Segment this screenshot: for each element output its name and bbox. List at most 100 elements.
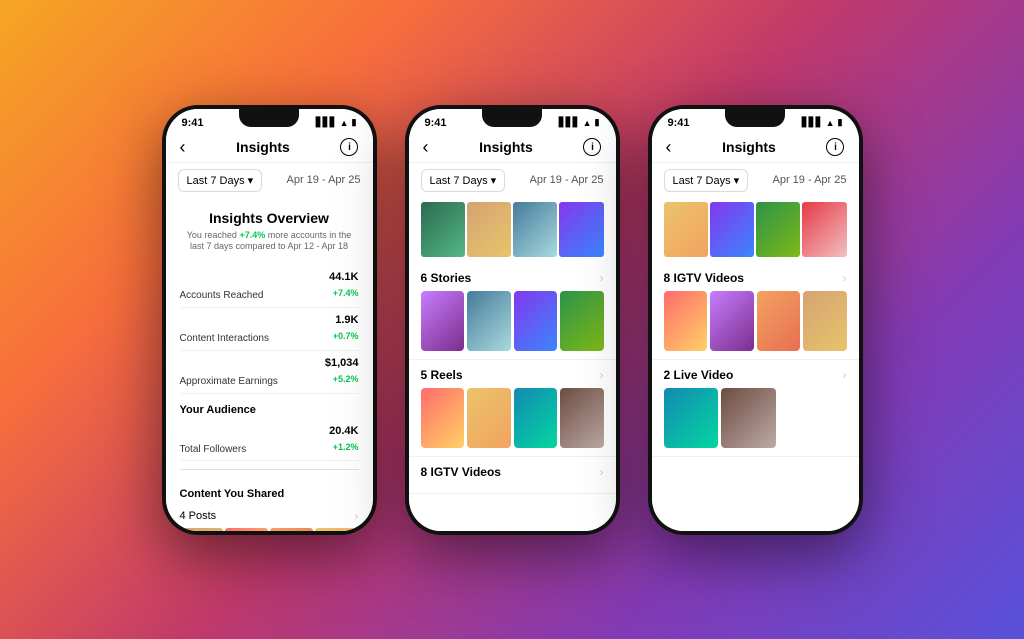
- thumb-3: [270, 528, 313, 531]
- filter-dropdown-3[interactable]: Last 7 Days ▾: [664, 169, 749, 192]
- stories-thumb-1: [421, 291, 465, 351]
- info-button-3[interactable]: i: [826, 138, 844, 156]
- stat-num-interactions: 1.9K: [333, 314, 359, 326]
- igtv-title-3: 8 IGTV Videos: [664, 271, 744, 285]
- thumb-4: [315, 528, 358, 531]
- subtitle-text: You reached: [187, 230, 240, 240]
- time-2: 9:41: [425, 117, 447, 129]
- content-item-posts[interactable]: 4 Posts ›: [180, 504, 359, 528]
- time-1: 9:41: [182, 117, 204, 129]
- wifi-icon-3: ▲: [826, 118, 835, 128]
- highlight-value: +7.4%: [239, 230, 265, 240]
- phone-1: 9:41 ▋▋▋ ▲ ▮ ‹ Insights i Last 7 Days ▾ …: [162, 105, 377, 535]
- igtv-chevron-3: ›: [843, 271, 847, 285]
- page-title-1: Insights: [236, 139, 290, 155]
- filter-dropdown-2[interactable]: Last 7 Days ▾: [421, 169, 506, 192]
- info-button-1[interactable]: i: [340, 138, 358, 156]
- igtv-section-3: 8 IGTV Videos ›: [652, 263, 859, 360]
- top-thumb-3-2: [710, 202, 754, 257]
- stat-value-earnings: $1,034 +5.2%: [325, 357, 359, 387]
- igtv-thumb-3-3: [757, 291, 801, 351]
- phone3-top-strip: [652, 202, 859, 257]
- thumb-1: [180, 528, 223, 531]
- phone-2: 9:41 ▋▋▋ ▲ ▮ ‹ Insights i Last 7 Days ▾ …: [405, 105, 620, 535]
- stat-num-earnings: $1,034: [325, 357, 359, 369]
- stories-section: 6 Stories ›: [409, 263, 616, 360]
- back-button-2[interactable]: ‹: [423, 137, 429, 158]
- date-range-2: Apr 19 - Apr 25: [530, 174, 604, 186]
- info-button-2[interactable]: i: [583, 138, 601, 156]
- phone-3-content: 8 IGTV Videos › 2 Live Vide: [652, 198, 859, 531]
- signal-icon-1: ▋▋▋: [316, 117, 337, 128]
- reels-chevron: ›: [600, 368, 604, 382]
- date-range-1: Apr 19 - Apr 25: [287, 174, 361, 186]
- stat-value-accounts: 44.1K +7.4%: [329, 271, 358, 301]
- live-chevron-3: ›: [843, 368, 847, 382]
- stories-thumb-2: [467, 291, 511, 351]
- igtv-chevron-2: ›: [600, 465, 604, 479]
- stat-label-earnings: Approximate Earnings: [180, 376, 278, 387]
- igtv-header-2[interactable]: 8 IGTV Videos ›: [421, 465, 604, 479]
- filter-bar-1: Last 7 Days ▾ Apr 19 - Apr 25: [166, 163, 373, 198]
- audience-change-followers: +1.2%: [333, 442, 359, 452]
- stories-thumbs: [421, 291, 604, 351]
- stat-label-interactions: Content Interactions: [180, 333, 270, 344]
- status-icons-1: ▋▋▋ ▲ ▮: [316, 117, 357, 128]
- audience-label-followers: Total Followers: [180, 444, 247, 455]
- reels-thumb-4: [560, 388, 604, 448]
- phone3-content-list: 8 IGTV Videos › 2 Live Vide: [652, 263, 859, 457]
- content-section-header: Content You Shared: [180, 478, 359, 504]
- audience-section-header: Your Audience: [180, 394, 359, 420]
- stat-label-accounts: Accounts Reached: [180, 290, 264, 301]
- back-button-3[interactable]: ‹: [666, 137, 672, 158]
- igtv-thumbs-3: [664, 291, 847, 351]
- stories-header[interactable]: 6 Stories ›: [421, 271, 604, 285]
- reels-thumb-3: [514, 388, 558, 448]
- stories-title: 6 Stories: [421, 271, 472, 285]
- audience-row-followers: Total Followers 20.4K +1.2%: [180, 420, 359, 461]
- live-header-3[interactable]: 2 Live Video ›: [664, 368, 847, 382]
- time-3: 9:41: [668, 117, 690, 129]
- filter-dropdown-1[interactable]: Last 7 Days ▾: [178, 169, 263, 192]
- top-thumb-2-2: [467, 202, 511, 257]
- phone-3: 9:41 ▋▋▋ ▲ ▮ ‹ Insights i Last 7 Days ▾ …: [648, 105, 863, 535]
- reels-section: 5 Reels ›: [409, 360, 616, 457]
- audience-num-followers: 20.4K: [329, 425, 358, 437]
- phone2-top-strip: [409, 202, 616, 257]
- live-thumbs-3: [664, 388, 847, 448]
- phone-2-content: 6 Stories › 5 Reels: [409, 198, 616, 531]
- stat-row-accounts: Accounts Reached 44.1K +7.4%: [180, 265, 359, 308]
- posts-chevron-icon: ›: [355, 509, 359, 523]
- top-thumb-3-3: [756, 202, 800, 257]
- content-item-label: 4 Posts: [180, 510, 217, 522]
- stat-change-accounts: +7.4%: [333, 288, 359, 298]
- reels-thumbs: [421, 388, 604, 448]
- stories-chevron: ›: [600, 271, 604, 285]
- reels-header[interactable]: 5 Reels ›: [421, 368, 604, 382]
- reels-title: 5 Reels: [421, 368, 463, 382]
- reels-thumb-2: [467, 388, 511, 448]
- battery-icon-1: ▮: [352, 117, 357, 128]
- filter-bar-3: Last 7 Days ▾ Apr 19 - Apr 25: [652, 163, 859, 198]
- back-button-1[interactable]: ‹: [180, 137, 186, 158]
- stories-thumb-4: [560, 291, 604, 351]
- stat-row-interactions: Content Interactions 1.9K +0.7%: [180, 308, 359, 351]
- status-icons-3: ▋▋▋ ▲ ▮: [802, 117, 843, 128]
- date-range-3: Apr 19 - Apr 25: [773, 174, 847, 186]
- notch-1: [239, 109, 299, 127]
- igtv-thumb-3-2: [710, 291, 754, 351]
- posts-thumbnail-strip: [180, 528, 359, 531]
- igtv-section-2: 8 IGTV Videos ›: [409, 457, 616, 494]
- live-section-3: 2 Live Video ›: [652, 360, 859, 457]
- signal-icon-3: ▋▋▋: [802, 117, 823, 128]
- battery-icon-2: ▮: [595, 117, 600, 128]
- overview-heading: Insights Overview: [180, 210, 359, 226]
- phone2-content-list: 6 Stories › 5 Reels: [409, 263, 616, 494]
- status-icons-2: ▋▋▋ ▲ ▮: [559, 117, 600, 128]
- nav-bar-1: ‹ Insights i: [166, 131, 373, 163]
- top-thumb-2-4: [559, 202, 603, 257]
- igtv-header-3[interactable]: 8 IGTV Videos ›: [664, 271, 847, 285]
- notch-2: [482, 109, 542, 127]
- nav-bar-3: ‹ Insights i: [652, 131, 859, 163]
- top-thumb-3-1: [664, 202, 708, 257]
